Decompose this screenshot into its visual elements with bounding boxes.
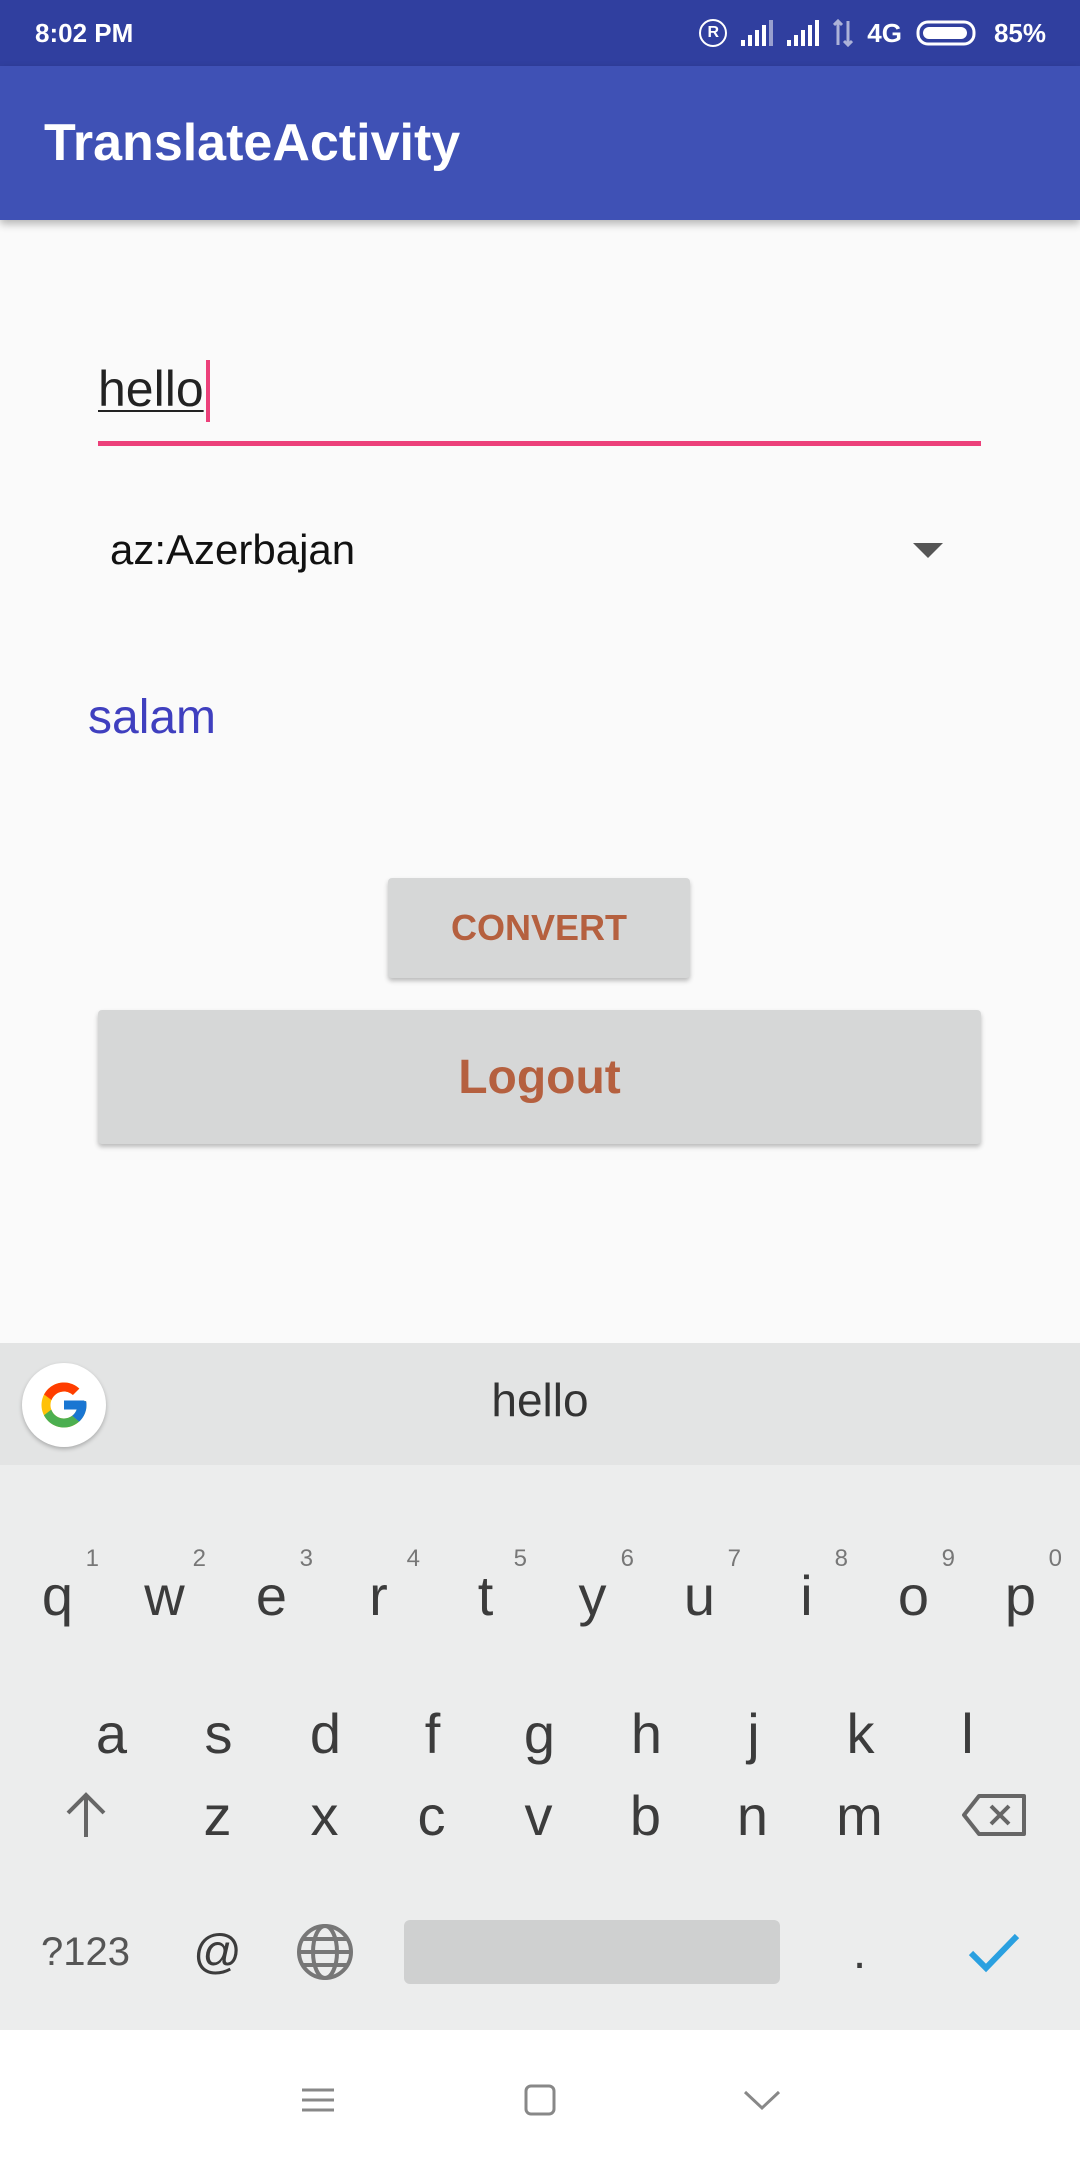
logout-button[interactable]: Logout [98,1010,981,1144]
at-key[interactable]: @ [164,1892,271,2012]
home-square-icon [524,2084,556,2116]
backspace-key[interactable] [940,1755,1047,1875]
key-b[interactable]: b [592,1755,699,1875]
status-icons: R 4G 85% [699,18,1046,49]
key-e[interactable]: e3 [218,1535,325,1655]
key-label: r [369,1563,388,1627]
key-hint: 5 [513,1545,527,1572]
key-p[interactable]: p0 [967,1535,1074,1655]
key-z[interactable]: z [164,1755,271,1875]
chevron-down-icon [743,2090,781,2111]
key-label: p [1004,1563,1037,1627]
suggestion-bar: hello [0,1343,1080,1465]
key-u[interactable]: u7 [646,1535,753,1655]
space-key[interactable] [404,1920,780,1984]
key-hint: 4 [406,1545,420,1572]
app-title: TranslateActivity [44,114,461,172]
key-hint: 3 [299,1545,313,1572]
text-input-value[interactable]: hello [98,360,204,418]
key-label: u [683,1563,716,1627]
key-label: t [477,1563,494,1627]
key-m[interactable]: m [806,1755,913,1875]
key-v[interactable]: v [485,1755,592,1875]
key-label: i [800,1563,813,1627]
key-label: y [578,1563,607,1627]
checkmark-icon [968,1933,1019,1973]
key-hint: 1 [85,1545,99,1572]
key-i[interactable]: i8 [753,1535,860,1655]
status-time: 8:02 PM [35,17,134,48]
home-nav-button[interactable] [510,2070,570,2130]
menu-icon [302,2088,334,2112]
registered-icon: R [699,19,728,47]
convert-button[interactable]: CONVERT [388,878,690,978]
key-r[interactable]: r4 [325,1535,432,1655]
language-spinner[interactable]: az:Azerbajan [98,510,981,590]
key-y[interactable]: y6 [539,1535,646,1655]
language-selected: az:Azerbajan [110,526,356,573]
globe-icon [296,1924,353,1980]
key-hint: 8 [834,1545,848,1572]
signal-icon-2 [787,20,820,46]
signal-icon [741,20,774,46]
key-o[interactable]: o9 [860,1535,967,1655]
key-hint: 0 [1048,1545,1062,1572]
key-label: q [41,1563,74,1627]
shift-arrow-icon [66,1792,105,1837]
key-x[interactable]: x [271,1755,378,1875]
soft-keyboard: hello q1w2e3r4t5y6u7i8o9p0 asdfghjkl zxc… [0,1343,1080,2030]
key-t[interactable]: t5 [432,1535,539,1655]
key-n[interactable]: n [699,1755,806,1875]
language-key[interactable] [271,1892,378,2012]
key-q[interactable]: q1 [4,1535,111,1655]
dropdown-arrow-icon [913,542,943,558]
app-bar: TranslateActivity [0,66,1080,220]
status-bar: 8:02 PM R 4G 85% [0,0,1080,66]
symbols-key[interactable]: ?123 [32,1892,139,2012]
text-input-field[interactable]: hello [98,350,981,446]
period-key[interactable]: . [806,1892,913,2012]
data-transfer-icon [833,19,854,47]
key-label: e [255,1563,288,1627]
battery-percent: 85% [993,17,1046,48]
backspace-icon [961,1794,1026,1836]
key-c[interactable]: c [378,1755,485,1875]
key-hint: 2 [192,1545,206,1572]
network-type: 4G [867,17,902,48]
translation-result: salam [88,691,217,744]
key-label: w [144,1563,185,1627]
key-hint: 9 [941,1545,955,1572]
key-w[interactable]: w2 [111,1535,218,1655]
text-cursor [206,360,210,422]
shift-key[interactable] [32,1755,139,1875]
navigation-bar [0,2030,1080,2160]
done-key[interactable] [940,1892,1047,2012]
suggestion-word[interactable]: hello [0,1373,1080,1427]
back-nav-button[interactable] [732,2070,792,2130]
menu-nav-button[interactable] [288,2070,348,2130]
key-hint: 7 [727,1545,741,1572]
battery-icon [916,20,976,46]
key-label: o [897,1563,930,1627]
key-hint: 6 [620,1545,634,1572]
